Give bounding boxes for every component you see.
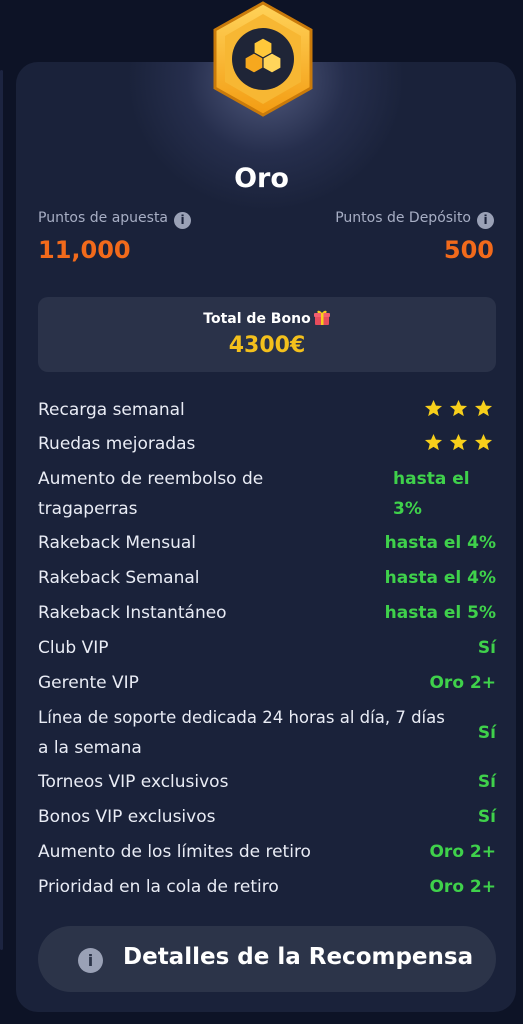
benefit-label: Club VIP <box>38 638 109 658</box>
star-icon <box>449 399 468 417</box>
benefit-value: Oro 2+ <box>429 673 496 693</box>
benefit-label: Recarga semanal <box>38 400 185 420</box>
benefit-label: Bonos VIP exclusivos <box>38 807 216 827</box>
benefit-value-line2: 3% <box>393 499 422 519</box>
gold-tier-badge-icon <box>213 1 313 117</box>
benefit-label: Línea de soporte dedicada 24 horas al dí… <box>38 708 445 727</box>
benefit-label: Rakeback Mensual <box>38 533 197 553</box>
deposit-points-value: 500 <box>443 236 494 264</box>
bonus-title-text: Total de Bono <box>203 311 311 327</box>
benefit-value: Oro 2+ <box>429 842 496 862</box>
bet-points-label: Puntos de apuesta i <box>38 210 192 229</box>
benefit-value: hasta el <box>393 469 470 489</box>
benefit-row: Línea de soporte dedicada 24 horas al dí… <box>38 703 496 763</box>
benefit-label: Rakeback Instantáneo <box>38 603 227 623</box>
benefit-value: hasta el 5% <box>384 603 496 623</box>
star-icon <box>449 433 468 451</box>
benefit-label: Gerente VIP <box>38 673 139 693</box>
reward-details-label: Detalles de la Recompensa <box>123 944 474 970</box>
benefit-value: Sí <box>477 638 496 658</box>
benefit-label: Aumento de los límites de retiro <box>38 842 311 862</box>
deposit-points-label-text: Puntos de Depósito <box>335 210 471 226</box>
benefit-label: Aumento de reembolso de <box>38 469 264 489</box>
benefit-label-line2: a la semana <box>38 738 142 758</box>
deposit-points-label: Puntos de Depósito i <box>335 210 494 229</box>
info-icon[interactable]: i <box>174 212 192 229</box>
tier-name: Oro <box>234 163 289 194</box>
star-icon <box>424 399 443 417</box>
benefit-label: Torneos VIP exclusivos <box>38 772 229 792</box>
info-icon[interactable]: i <box>477 212 494 229</box>
benefit-value: hasta el 4% <box>384 568 496 588</box>
benefit-value: Sí <box>477 772 496 792</box>
reward-details-button[interactable]: i Detalles de la Recompensa <box>38 926 496 992</box>
bonus-value: 4300€ <box>228 333 306 358</box>
benefit-label: Rakeback Semanal <box>38 568 200 588</box>
info-icon: i <box>78 948 103 973</box>
benefit-value: hasta el 4% <box>384 533 496 553</box>
star-icon <box>474 433 493 451</box>
benefit-value: Sí <box>477 723 496 743</box>
bonus-total-box: Total de Bono 4300€ <box>38 297 496 372</box>
gift-icon <box>313 310 330 325</box>
star-rating <box>424 399 493 418</box>
side-panel-edge <box>0 70 3 950</box>
benefit-label: Ruedas mejoradas <box>38 434 196 454</box>
benefit-row: Aumento de reembolso de tragaperras hast… <box>38 464 496 524</box>
bet-points-value: 11,000 <box>38 236 131 264</box>
bonus-title: Total de Bono <box>38 308 496 327</box>
benefit-label-line2: tragaperras <box>38 499 138 519</box>
star-icon <box>474 399 493 417</box>
benefit-label: Prioridad en la cola de retiro <box>38 877 279 897</box>
benefit-value: Sí <box>477 807 496 827</box>
star-icon <box>424 433 443 451</box>
bet-points-label-text: Puntos de apuesta <box>38 210 169 226</box>
benefit-value: Oro 2+ <box>429 877 496 897</box>
star-rating <box>424 433 493 452</box>
